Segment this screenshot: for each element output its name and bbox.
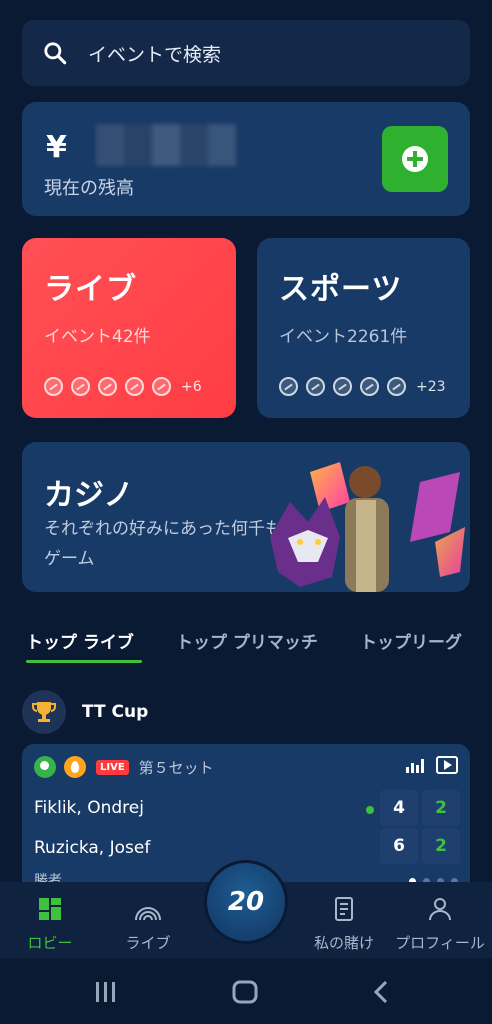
statistics-icon[interactable]	[406, 757, 426, 773]
player-1-game-score: 4	[380, 790, 418, 826]
sports-tile[interactable]: スポーツ イベント2261件 +23	[257, 238, 470, 418]
casino-title: カジノ	[44, 478, 134, 513]
casino-description: それぞれの好みにあった何千ものゲーム	[44, 519, 299, 569]
tab-top-live[interactable]: トップ ライブ	[26, 628, 134, 653]
soccer-icon	[279, 377, 298, 396]
tennis-icon	[71, 377, 90, 396]
soccer-icon	[44, 377, 63, 396]
ticket-icon	[335, 897, 353, 921]
player-2-game-score: 6	[380, 828, 418, 864]
search-icon	[44, 42, 67, 65]
fab-label: 20	[227, 887, 265, 917]
user-icon	[429, 898, 451, 921]
grid-icon	[39, 898, 61, 920]
tab-top-prematch[interactable]: トップ プリマッチ	[176, 628, 318, 653]
serve-indicator	[366, 806, 374, 814]
fire-icon	[64, 756, 86, 778]
live-badge: LIVE	[96, 759, 129, 775]
plus-circle-icon	[402, 146, 428, 172]
tennis-icon	[306, 377, 325, 396]
sports-tile-title: スポーツ	[279, 272, 403, 307]
live-tile-subtitle: イベント42件	[44, 327, 151, 347]
sports-more-count: +23	[416, 378, 446, 395]
tab-top-leagues[interactable]: トップリーグ	[360, 628, 462, 653]
nav-my-bets[interactable]: 私の賭け	[306, 896, 382, 953]
broadcast-icon	[135, 907, 161, 921]
match-set: 第５セット	[138, 758, 214, 777]
player-1-set-score: 2	[422, 790, 460, 826]
casino-artwork	[270, 462, 465, 592]
volleyball-icon	[387, 377, 406, 396]
nav-my-bets-label: 私の賭け	[313, 934, 374, 952]
tabs-bar: トップ ライブ トップ プリマッチ トップリーグ	[0, 620, 492, 664]
volleyball-icon	[152, 377, 171, 396]
balance-caption: 現在の残高	[44, 178, 134, 199]
recent-apps-icon[interactable]	[96, 982, 115, 1002]
table-tennis-icon	[125, 377, 144, 396]
table-tennis-icon	[360, 377, 379, 396]
home-icon[interactable]	[232, 980, 258, 1004]
player-1-name: Fiklik, Ondrej	[34, 798, 144, 818]
live-sport-icons: +6	[44, 377, 202, 396]
live-tile[interactable]: ライブ イベント42件 +6	[22, 238, 236, 418]
live-more-count: +6	[181, 378, 202, 395]
video-play-icon[interactable]	[436, 756, 458, 774]
balance-card[interactable]: ¥ 現在の残高	[22, 102, 470, 216]
nav-profile-label: プロフィール	[395, 934, 485, 952]
nav-live[interactable]: ライブ	[116, 896, 180, 953]
back-icon[interactable]	[373, 980, 388, 1004]
player-2-set-score: 2	[422, 828, 460, 864]
nav-lobby[interactable]: ロビー	[22, 896, 78, 953]
table-tennis-icon	[34, 756, 56, 778]
nav-lobby-label: ロビー	[27, 934, 73, 952]
balance-amount-hidden	[96, 124, 236, 166]
search-bar[interactable]: イベントで検索	[22, 20, 470, 86]
currency-symbol: ¥	[46, 130, 67, 165]
casino-banner[interactable]: カジノ それぞれの好みにあった何千ものゲーム	[22, 442, 470, 592]
active-tab-indicator	[26, 660, 142, 663]
sports-sport-icons: +23	[279, 377, 446, 396]
basketball-icon	[333, 377, 352, 396]
live-tile-title: ライブ	[44, 272, 137, 307]
player-2-name: Ruzicka, Josef	[34, 838, 151, 858]
search-label: イベントで検索	[88, 43, 222, 66]
league-name[interactable]: TT Cup	[82, 702, 148, 722]
system-nav-bar	[0, 958, 492, 1024]
basketball-icon	[98, 377, 117, 396]
nav-profile[interactable]: プロフィール	[392, 896, 488, 953]
deposit-button[interactable]	[382, 126, 448, 192]
nav-live-label: ライブ	[125, 934, 171, 952]
sports-tile-subtitle: イベント2261件	[279, 327, 408, 347]
trophy-icon	[22, 690, 66, 734]
promo-fab-button[interactable]: 20	[204, 860, 288, 944]
